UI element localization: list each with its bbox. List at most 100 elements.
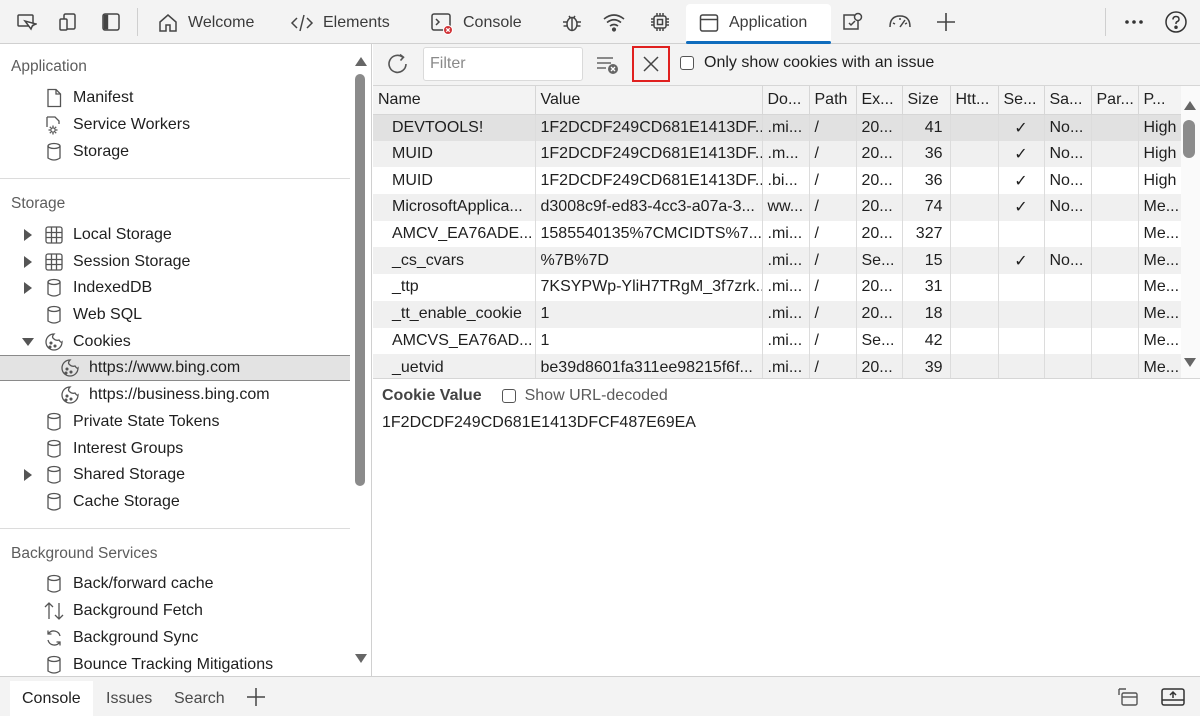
device-emulation-icon[interactable]	[52, 6, 84, 38]
drawer-tab-issues[interactable]: Issues	[94, 681, 164, 716]
table-row[interactable]: AMCV_EA76ADE... 1585540135%7CMCIDTS%7....…	[373, 220, 1181, 248]
performance-gauge-icon[interactable]	[884, 6, 916, 38]
column-header-path[interactable]: Path	[809, 86, 857, 115]
table-row[interactable]: _tt_enable_cookie 1 .mi.../20... 18 Me...	[373, 300, 1181, 328]
sidebar-item-service-workers[interactable]: Service Workers	[0, 112, 350, 138]
sidebar-item-manifest[interactable]: Manifest	[0, 85, 350, 111]
table-row[interactable]: MUID 1F2DCDF249CD681E1413DF... .bi.../20..…	[373, 167, 1181, 195]
more-options-icon[interactable]	[1118, 6, 1150, 38]
sidebar-item-local-storage[interactable]: Local Storage	[0, 222, 350, 248]
drawer-tab-console[interactable]: Console	[10, 681, 93, 716]
sidebar-item-cookie-www-bing[interactable]: https://www.bing.com	[0, 355, 350, 381]
sidebar-item-back-forward-cache[interactable]: Back/forward cache	[0, 571, 350, 597]
clear-all-cookies-button[interactable]	[632, 46, 670, 82]
cell-path: /	[809, 354, 857, 378]
sidebar-item-bounce-tracking[interactable]: Bounce Tracking Mitigations	[0, 652, 350, 676]
cell-priority: High	[1138, 114, 1181, 141]
column-header-samesite[interactable]: Sa...	[1044, 86, 1092, 115]
security-icon[interactable]	[836, 6, 868, 38]
drawer-tab-search[interactable]: Search	[162, 681, 237, 716]
cell-partition-key	[1091, 140, 1139, 168]
table-row[interactable]: MicrosoftApplica... d3008c9f-ed83-4cc3-a0…	[373, 194, 1181, 221]
console-error-icon	[431, 13, 453, 35]
help-icon[interactable]	[1160, 6, 1192, 38]
collapse-arrow-icon[interactable]	[22, 336, 34, 348]
drawer-add-tab-icon[interactable]	[246, 687, 266, 707]
expand-arrow-icon[interactable]	[22, 229, 34, 241]
tab-welcome[interactable]: Welcome	[157, 4, 254, 42]
sidebar-item-indexeddb[interactable]: IndexedDB	[0, 275, 350, 301]
cell-samesite	[1044, 220, 1092, 248]
cell-samesite	[1044, 327, 1092, 355]
tab-console[interactable]: Console	[430, 4, 522, 42]
sidebar-item-cookies[interactable]: Cookies	[0, 329, 350, 355]
clear-filter-list-icon[interactable]	[595, 54, 621, 76]
column-header-domain[interactable]: Do...	[762, 86, 810, 115]
cell-domain: .bi...	[762, 167, 810, 195]
inspect-element-icon[interactable]	[10, 6, 42, 38]
table-row[interactable]: DEVTOOLS! 1F2DCDF249CD681E1413DF... .mi...…	[373, 114, 1181, 141]
refresh-icon[interactable]	[385, 52, 411, 78]
cell-value: 1585540135%7CMCIDTS%7...	[535, 220, 763, 248]
sidebar-item-cookie-business-bing[interactable]: https://business.bing.com	[0, 382, 350, 408]
table-row[interactable]: _cs_cvars %7B%7D .mi... / Se... 15 ✓ No... Me...	[373, 247, 1181, 275]
column-header-name[interactable]: Name	[373, 86, 536, 115]
column-header-value[interactable]: Value	[535, 86, 763, 115]
cell-name: _uetvid	[373, 354, 536, 378]
column-header-size[interactable]: Size	[902, 86, 951, 115]
column-header-expires[interactable]: Ex...	[856, 86, 903, 115]
wifi-icon[interactable]	[598, 6, 630, 38]
cell-partition-key	[1091, 194, 1139, 221]
table-row[interactable]: _ttp 7KSYPWp-YliH7TRgM_3f7zrk... .mi.../20…	[373, 274, 1181, 301]
tab-application[interactable]: Application	[686, 4, 831, 44]
sidebar-item-session-storage[interactable]: Session Storage	[0, 249, 350, 275]
show-url-decoded-toggle[interactable]: Show URL-decoded	[501, 387, 668, 405]
table-scroll-down-icon[interactable]	[1183, 356, 1197, 368]
cell-value: 1	[535, 300, 763, 328]
database-icon	[43, 304, 65, 326]
sidebar-item-background-fetch[interactable]: Background Fetch	[0, 598, 350, 624]
sidebar-item-interest-groups[interactable]: Interest Groups	[0, 436, 350, 462]
column-header-partition-key[interactable]: Par...	[1091, 86, 1139, 115]
home-icon	[159, 14, 177, 32]
cell-path: /	[809, 220, 857, 248]
add-tab-icon[interactable]	[930, 6, 962, 38]
devtools-tab-bar: Welcome Elements Console Application	[0, 0, 1200, 44]
dock-to-side-icon[interactable]	[1116, 685, 1142, 709]
tab-elements[interactable]: Elements	[290, 4, 390, 42]
sidebar-scroll-up-icon[interactable]	[354, 54, 368, 66]
undock-drawer-icon[interactable]	[1160, 685, 1186, 709]
table-row[interactable]: AMCVS_EA76AD... 1 .mi... / Se... 42 Me...	[373, 327, 1181, 355]
sidebar-item-shared-storage[interactable]: Shared Storage	[0, 462, 350, 488]
table-row[interactable]: _uetvid be39d8601fa311ee98215f6f... .mi...…	[373, 354, 1181, 378]
sidebar-scroll-down-icon[interactable]	[354, 652, 368, 664]
column-header-httponly[interactable]: Htt...	[950, 86, 999, 115]
sidebar-item-web-sql[interactable]: Web SQL	[0, 302, 350, 328]
table-row[interactable]: MUID 1F2DCDF249CD681E1413DF... .m.../20...…	[373, 140, 1181, 168]
cell-partition-key	[1091, 354, 1139, 378]
dock-sidebar-icon[interactable]	[95, 6, 127, 38]
column-header-priority[interactable]: P...	[1138, 86, 1181, 115]
expand-arrow-icon[interactable]	[22, 282, 34, 294]
sidebar-item-cache-storage[interactable]: Cache Storage	[0, 489, 350, 515]
cell-samesite	[1044, 354, 1092, 378]
show-url-decoded-checkbox[interactable]	[501, 388, 516, 403]
table-scrollbar-thumb[interactable]	[1183, 120, 1195, 158]
sidebar-item-private-state-tokens[interactable]: Private State Tokens	[0, 409, 350, 435]
cpu-icon[interactable]	[644, 6, 676, 38]
bug-icon[interactable]	[556, 6, 588, 38]
cell-expires: 20...	[856, 194, 903, 221]
column-header-secure[interactable]: Se...	[998, 86, 1045, 115]
expand-arrow-icon[interactable]	[22, 469, 34, 481]
only-issue-toggle[interactable]: Only show cookies with an issue	[680, 54, 934, 72]
cell-domain: .mi...	[762, 300, 810, 328]
only-issue-checkbox[interactable]	[680, 56, 694, 70]
sidebar-item-storage[interactable]: Storage	[0, 139, 350, 165]
sidebar-scrollbar[interactable]	[355, 74, 365, 486]
cell-secure: ✓	[998, 140, 1045, 168]
table-header-row: Name Value Do... Path Ex... Size Htt... …	[373, 86, 1181, 115]
expand-arrow-icon[interactable]	[22, 256, 34, 268]
table-scroll-up-icon[interactable]	[1183, 98, 1197, 110]
filter-input[interactable]	[423, 47, 583, 81]
sidebar-item-background-sync[interactable]: Background Sync	[0, 625, 350, 651]
